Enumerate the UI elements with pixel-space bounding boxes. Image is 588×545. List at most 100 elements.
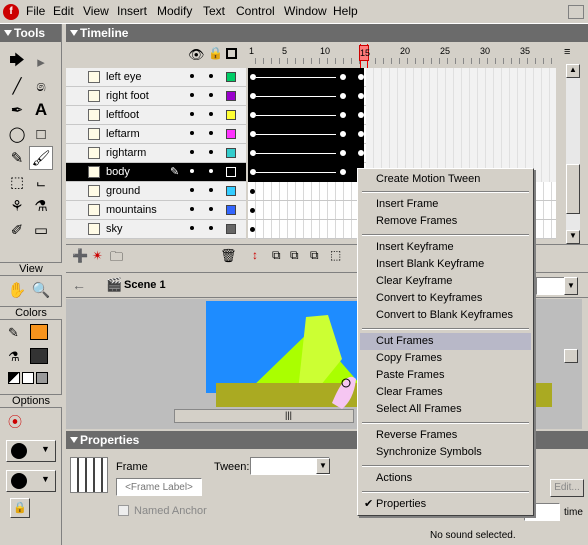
zoom-tool-icon[interactable]: 🔍 bbox=[29, 278, 53, 302]
layer-color-swatch[interactable] bbox=[226, 205, 236, 215]
hand-tool-icon[interactable]: ✋ bbox=[5, 278, 29, 302]
ink-bottle-tool-icon[interactable]: ⚘ bbox=[5, 194, 29, 218]
visibility-dot[interactable] bbox=[190, 169, 194, 173]
menu-file[interactable]: File bbox=[26, 4, 45, 18]
layer-row-mountains[interactable]: mountains bbox=[66, 201, 246, 220]
keyframe[interactable] bbox=[358, 93, 364, 99]
flash-app-icon[interactable]: f bbox=[3, 4, 19, 20]
layer-color-swatch[interactable] bbox=[226, 91, 236, 101]
fill-color-swatch[interactable] bbox=[30, 348, 48, 364]
keyframe[interactable] bbox=[250, 227, 255, 232]
layer-color-swatch[interactable] bbox=[226, 148, 236, 158]
layer-row-body[interactable]: body ✎ bbox=[66, 163, 246, 182]
lock-dot[interactable] bbox=[209, 131, 213, 135]
pen-tool-icon[interactable]: ✒ bbox=[5, 98, 29, 122]
menu-clear-keyframe[interactable]: Clear Keyframe bbox=[360, 273, 531, 290]
window-restore-button[interactable] bbox=[568, 5, 584, 19]
keyframe[interactable] bbox=[358, 74, 364, 80]
eyedropper-tool-icon[interactable]: ✐ bbox=[5, 218, 29, 242]
timeline-menu-icon[interactable]: ≡ bbox=[564, 46, 570, 58]
layer-row-sky[interactable]: sky bbox=[66, 220, 246, 239]
brush-size-dropdown[interactable]: ▼ bbox=[6, 440, 56, 462]
visibility-dot[interactable] bbox=[190, 226, 194, 230]
text-tool-icon[interactable]: A bbox=[29, 98, 53, 122]
motion-tween-span[interactable] bbox=[248, 68, 364, 87]
frame-ruler[interactable]: 1 5 10 20 25 30 35 bbox=[248, 44, 556, 64]
visibility-dot[interactable] bbox=[190, 131, 194, 135]
menu-modify[interactable]: Modify bbox=[157, 4, 192, 18]
fill-transform-tool-icon[interactable]: ⨽ bbox=[29, 170, 53, 194]
keyframe[interactable] bbox=[250, 208, 255, 213]
insert-layer-icon[interactable]: ➕ bbox=[72, 248, 88, 264]
keyframe[interactable] bbox=[340, 112, 346, 118]
lock-dot[interactable] bbox=[209, 112, 213, 116]
empty-frames[interactable] bbox=[366, 106, 556, 125]
layer-row-rightarm[interactable]: rightarm bbox=[66, 144, 246, 163]
keyframe[interactable] bbox=[340, 169, 346, 175]
scroll-up-icon[interactable]: ▲ bbox=[566, 64, 580, 78]
paint-bucket-tool-icon[interactable]: ⚗ bbox=[29, 194, 53, 218]
menu-create-motion-tween[interactable]: Create Motion Tween bbox=[360, 171, 531, 188]
visibility-dot[interactable] bbox=[190, 93, 194, 97]
empty-frames[interactable] bbox=[366, 144, 556, 163]
menu-view[interactable]: View bbox=[83, 4, 109, 18]
frame-label-input[interactable] bbox=[116, 478, 202, 496]
lock-dot[interactable] bbox=[209, 93, 213, 97]
menu-reverse-frames[interactable]: Reverse Frames bbox=[360, 427, 531, 444]
lock-dot[interactable] bbox=[209, 188, 213, 192]
named-anchor-checkbox[interactable] bbox=[118, 505, 129, 516]
eye-icon[interactable]: 👁 bbox=[188, 47, 205, 63]
lock-dot[interactable] bbox=[209, 226, 213, 230]
lock-fill-icon[interactable]: 🔒 bbox=[10, 498, 30, 518]
timeline-header[interactable]: Timeline bbox=[66, 24, 588, 42]
frame-row-rightarm[interactable] bbox=[248, 144, 556, 163]
empty-frames[interactable] bbox=[366, 125, 556, 144]
add-guide-layer-icon[interactable]: ✴ bbox=[92, 248, 103, 264]
free-transform-tool-icon[interactable]: ⬚ bbox=[5, 170, 29, 194]
keyframe[interactable] bbox=[340, 93, 346, 99]
center-frame-icon[interactable]: ↕ bbox=[252, 248, 258, 262]
layer-color-swatch[interactable] bbox=[226, 167, 236, 177]
empty-frames[interactable] bbox=[366, 68, 556, 87]
menu-cut-frames[interactable]: Cut Frames bbox=[360, 333, 531, 350]
keyframe[interactable] bbox=[250, 189, 255, 194]
insert-folder-icon[interactable]: 🗀 bbox=[110, 248, 123, 270]
visibility-dot[interactable] bbox=[190, 112, 194, 116]
line-tool-icon[interactable]: ╱ bbox=[5, 74, 29, 98]
eraser-tool-icon[interactable]: ▭ bbox=[29, 218, 53, 242]
layer-color-swatch[interactable] bbox=[226, 72, 236, 82]
menu-convert-to-keyframes[interactable]: Convert to Keyframes bbox=[360, 290, 531, 307]
visibility-dot[interactable] bbox=[190, 150, 194, 154]
menu-insert-keyframe[interactable]: Insert Keyframe bbox=[360, 239, 531, 256]
timeline-scrollbar[interactable]: ▲ ▼ bbox=[566, 64, 580, 244]
layer-color-swatch[interactable] bbox=[226, 110, 236, 120]
menu-clear-frames[interactable]: Clear Frames bbox=[360, 384, 531, 401]
frame-row-right-foot[interactable] bbox=[248, 87, 556, 106]
menu-insert-frame[interactable]: Insert Frame bbox=[360, 196, 531, 213]
delete-layer-icon[interactable]: 🗑 bbox=[220, 248, 237, 264]
menu-copy-frames[interactable]: Copy Frames bbox=[360, 350, 531, 367]
no-color-icon[interactable] bbox=[22, 372, 34, 384]
tools-header[interactable]: Tools bbox=[0, 24, 61, 42]
lock-dot[interactable] bbox=[209, 74, 213, 78]
lock-dot[interactable] bbox=[209, 169, 213, 173]
stroke-color-control[interactable]: ✎ bbox=[8, 322, 54, 342]
stage-vscroll-thumb[interactable] bbox=[564, 349, 578, 363]
menu-properties-item[interactable]: ✔ Properties bbox=[360, 496, 531, 513]
stage-hscroll[interactable]: ||| bbox=[174, 409, 354, 423]
layer-row-leftfoot[interactable]: leftfoot bbox=[66, 106, 246, 125]
frame-row-leftfoot[interactable] bbox=[248, 106, 556, 125]
menu-window[interactable]: Window bbox=[284, 4, 327, 18]
scroll-thumb[interactable] bbox=[566, 164, 580, 214]
menu-actions[interactable]: Actions bbox=[360, 470, 531, 487]
menu-insert[interactable]: Insert bbox=[117, 4, 147, 18]
lock-dot[interactable] bbox=[209, 150, 213, 154]
empty-frames[interactable] bbox=[366, 87, 556, 106]
frame-row-left-eye[interactable] bbox=[248, 68, 556, 87]
modify-onion-markers-icon[interactable]: ⬚ bbox=[330, 248, 341, 262]
frame-row-leftarm[interactable] bbox=[248, 125, 556, 144]
onion-outlines-icon[interactable]: ⧉ bbox=[290, 248, 299, 263]
stroke-color-swatch[interactable] bbox=[30, 324, 48, 340]
layer-row-left-eye[interactable]: left eye bbox=[66, 68, 246, 87]
keyframe[interactable] bbox=[358, 131, 364, 137]
